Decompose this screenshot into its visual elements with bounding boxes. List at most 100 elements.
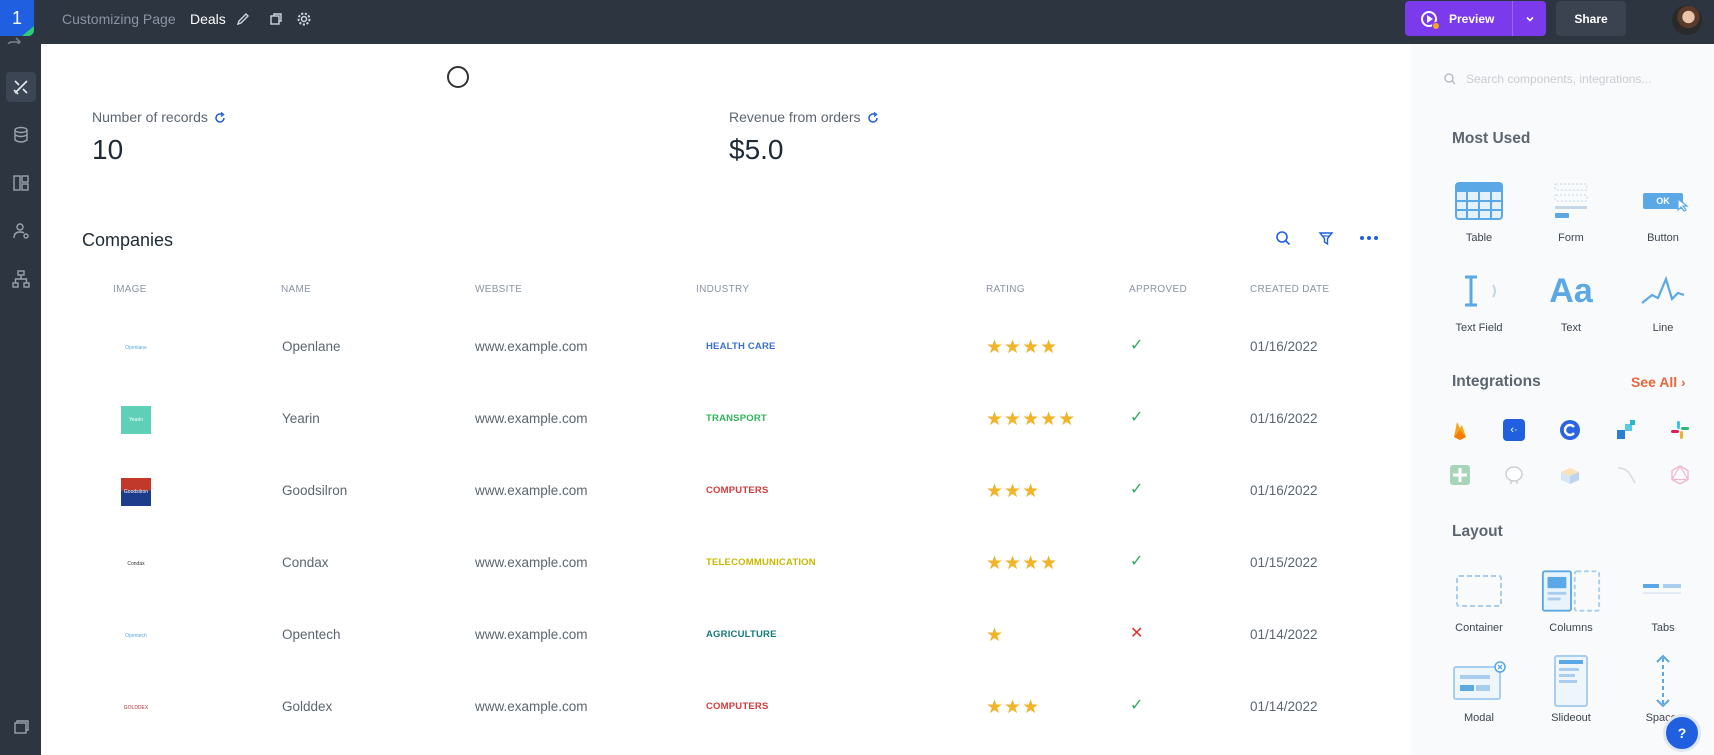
postgres-icon[interactable] xyxy=(1503,464,1525,486)
created-date: 01/14/2022 xyxy=(1250,699,1318,714)
component-slideout[interactable]: Slideout xyxy=(1531,655,1611,724)
not-approved-x-icon: ✕ xyxy=(1130,625,1144,642)
sidebar-item-database[interactable] xyxy=(6,120,36,150)
chevron-down-icon xyxy=(1525,16,1534,22)
column-header[interactable]: INDUSTRY xyxy=(696,284,749,295)
component-label: Form xyxy=(1558,232,1584,244)
help-button[interactable]: ? xyxy=(1663,714,1701,752)
sidebar-item-users[interactable] xyxy=(6,216,36,246)
column-header[interactable]: CREATED DATE xyxy=(1250,284,1329,295)
left-sidebar xyxy=(0,44,41,755)
pencil-icon[interactable] xyxy=(235,11,251,27)
component-container[interactable]: Container xyxy=(1439,566,1519,634)
sidebar-item-pages[interactable] xyxy=(6,168,36,198)
component-label: Text xyxy=(1560,322,1582,334)
graphql-icon[interactable] xyxy=(1669,464,1691,486)
supabase-icon[interactable] xyxy=(1559,419,1581,441)
app-logo[interactable]: 1 xyxy=(0,0,34,36)
company-website: www.example.com xyxy=(475,411,588,426)
preview-label: Preview xyxy=(1449,11,1495,26)
company-name: Condax xyxy=(282,555,329,570)
component-text[interactable]: Aa Text xyxy=(1531,266,1611,335)
text-field-icon xyxy=(1465,275,1496,307)
modal-icon xyxy=(1453,661,1506,700)
component-form[interactable]: Form xyxy=(1531,176,1611,244)
component-label: Slideout xyxy=(1551,712,1591,724)
preview-dropdown-button[interactable] xyxy=(1512,1,1546,36)
form-icon xyxy=(1554,183,1588,218)
table-row[interactable]: Yearin Yearin www.example.com TRANSPORT … xyxy=(41,384,1371,456)
preview-button[interactable]: Preview xyxy=(1405,1,1512,36)
section-title-layout: Layout xyxy=(1452,523,1503,540)
pointer-icon xyxy=(1677,198,1689,212)
column-header[interactable]: RATING xyxy=(986,284,1025,295)
component-search-input[interactable]: Search components, integrations... xyxy=(1444,67,1684,91)
breadcrumb-page[interactable]: Customizing Page xyxy=(62,0,176,38)
firebase-icon[interactable] xyxy=(1449,419,1471,441)
filter-icon[interactable] xyxy=(1318,230,1334,246)
metric-revenue: Revenue from orders xyxy=(729,109,879,125)
industry-tag: TELECOMMUNICATION xyxy=(706,557,816,568)
slack-icon[interactable] xyxy=(1669,419,1691,441)
refresh-icon[interactable] xyxy=(214,112,226,124)
component-label: Modal xyxy=(1464,712,1494,724)
more-icon[interactable] xyxy=(1359,230,1379,246)
share-button[interactable]: Share xyxy=(1556,1,1626,36)
table-row[interactable]: GOLDDEX Golddex www.example.com COMPUTER… xyxy=(41,672,1371,744)
page-canvas[interactable]: Number of records 10 Revenue from orders… xyxy=(41,44,1411,755)
table-row[interactable]: Goodsilron Goodsilron www.example.com CO… xyxy=(41,456,1371,528)
component-label: Columns xyxy=(1549,622,1593,634)
table-row[interactable]: Openlane Openlane www.example.com HEALTH… xyxy=(41,312,1371,384)
logo-check-icon xyxy=(22,26,34,36)
approved-check-icon: ✓ xyxy=(1130,697,1144,714)
created-date: 01/15/2022 xyxy=(1250,555,1318,570)
see-all-label: See All xyxy=(1631,374,1678,390)
component-text-field[interactable]: Text Field xyxy=(1439,266,1519,334)
rating-stars: ★★★★ xyxy=(986,337,1059,358)
stripe-icon[interactable] xyxy=(1615,419,1637,441)
company-logo: Yearin xyxy=(121,406,151,434)
page-title[interactable]: Deals xyxy=(190,0,226,38)
component-tabs[interactable]: Tabs xyxy=(1623,566,1703,634)
top-bar: 1 Customizing Page Deals Preview Share xyxy=(0,0,1714,47)
column-header[interactable]: NAME xyxy=(281,284,311,295)
logo-text: 1 xyxy=(11,7,22,28)
table-row[interactable]: Condax Condax www.example.com TELECOMMUN… xyxy=(41,528,1371,600)
metric-label: Revenue from orders xyxy=(729,109,861,125)
company-website: www.example.com xyxy=(475,555,588,570)
avatar[interactable] xyxy=(1672,5,1702,35)
column-header[interactable]: WEBSITE xyxy=(475,284,522,295)
google-sheets-icon[interactable] xyxy=(1449,464,1471,486)
sidebar-item-design[interactable] xyxy=(6,72,36,102)
sidebar-item-hierarchy[interactable] xyxy=(6,264,36,294)
component-spacer[interactable]: Spacer xyxy=(1623,654,1703,724)
component-label: Button xyxy=(1647,232,1679,244)
refresh-icon[interactable] xyxy=(867,112,879,124)
mysql-icon[interactable] xyxy=(1615,464,1637,486)
see-all-link[interactable]: See All › xyxy=(1631,374,1685,390)
search-icon[interactable] xyxy=(1275,230,1291,246)
duplicate-icon[interactable] xyxy=(268,11,284,27)
airtable-icon[interactable]: ‹· xyxy=(1503,419,1525,441)
company-website: www.example.com xyxy=(475,627,588,642)
component-table[interactable]: Table xyxy=(1439,176,1519,244)
database-icon xyxy=(14,126,28,143)
mouse-cursor xyxy=(447,66,469,88)
component-modal[interactable]: Modal xyxy=(1439,656,1519,724)
component-line[interactable]: Line xyxy=(1623,266,1703,334)
table-row[interactable]: Opentech Opentech www.example.com AGRICU… xyxy=(41,600,1371,672)
sidebar-item-layers[interactable] xyxy=(6,712,36,742)
company-name: Opentech xyxy=(282,627,341,642)
box-icon[interactable] xyxy=(1559,464,1581,486)
metric-label: Number of records xyxy=(92,109,208,125)
approved-check-icon: ✓ xyxy=(1130,337,1144,354)
component-columns[interactable]: Columns xyxy=(1531,566,1611,634)
gear-icon[interactable] xyxy=(296,11,312,27)
column-header[interactable]: IMAGE xyxy=(113,284,147,295)
rating-stars: ★★★★ xyxy=(986,553,1059,574)
column-header[interactable]: APPROVED xyxy=(1129,284,1187,295)
table-title: Companies xyxy=(82,230,174,250)
industry-tag: COMPUTERS xyxy=(706,485,769,496)
company-name: Yearin xyxy=(282,411,320,426)
component-button[interactable]: OK Button xyxy=(1623,176,1703,244)
